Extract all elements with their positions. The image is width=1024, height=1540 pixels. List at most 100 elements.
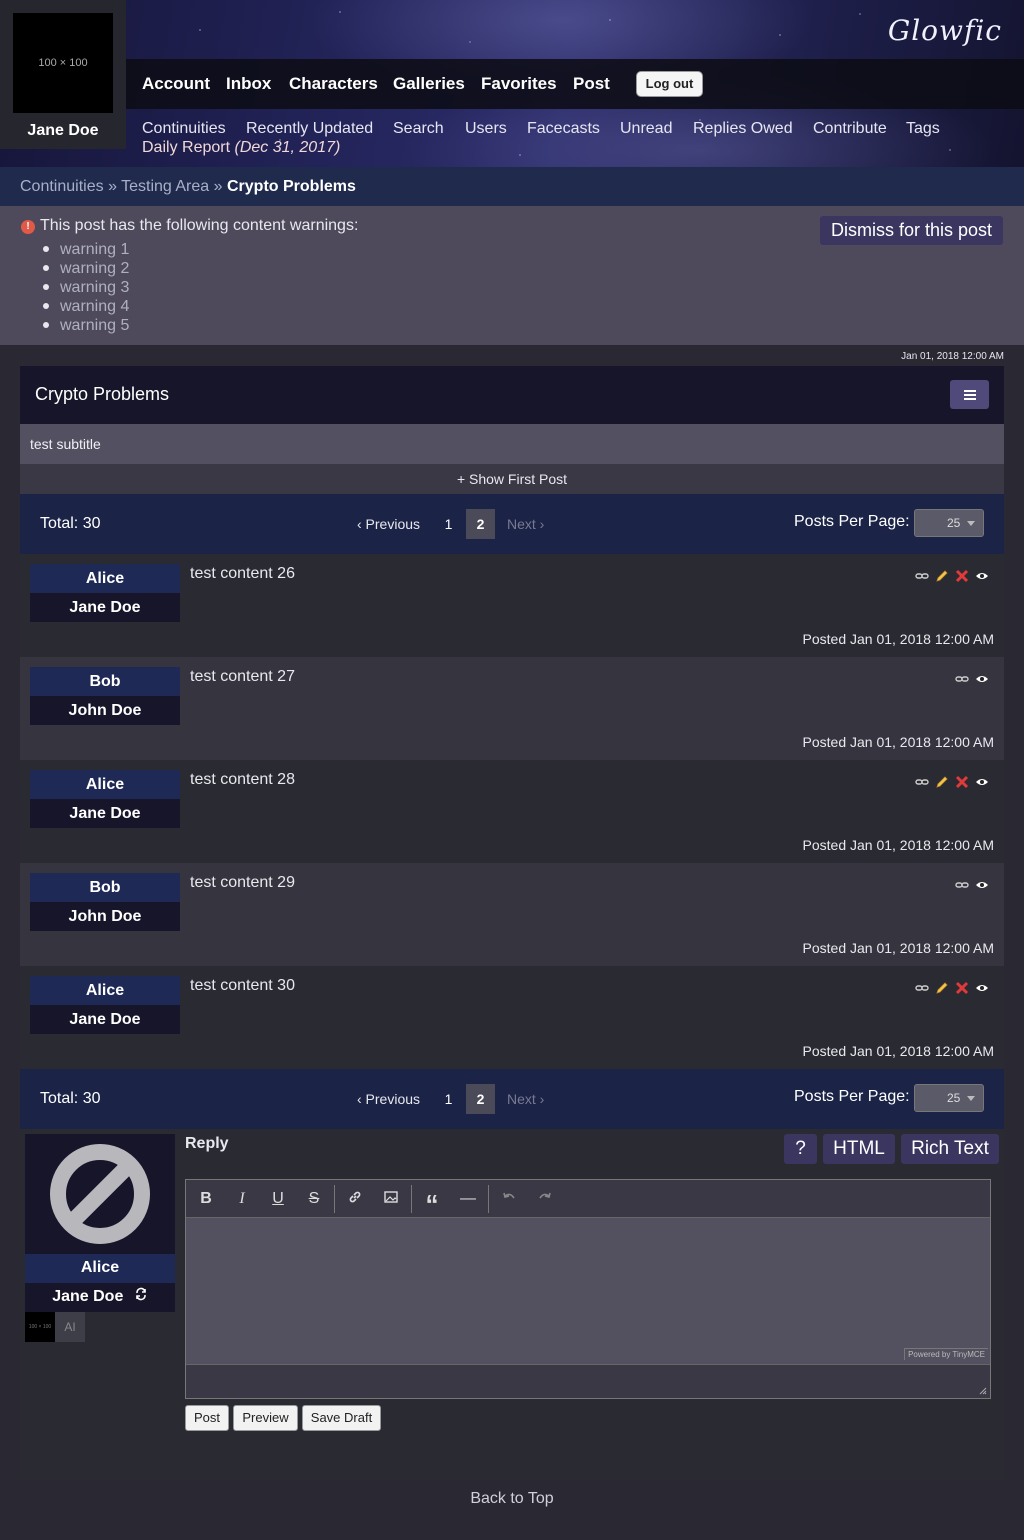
reply-character[interactable]: Bob <box>30 873 180 902</box>
page-1-link[interactable]: 1 <box>434 1084 463 1114</box>
subnav-users[interactable]: Users <box>465 120 507 138</box>
warning-item[interactable]: warning 5 <box>42 316 129 335</box>
reply: Alice Jane Doe test content 26 Posted Ja… <box>20 554 1004 657</box>
reply-character[interactable]: Alice <box>30 976 180 1005</box>
reply-posted-time[interactable]: Posted Jan 01, 2018 12:00 AM <box>803 837 994 853</box>
horizontal-rule-icon[interactable]: — <box>458 1189 478 1209</box>
post-date: Jan 01, 2018 12:00 AM <box>901 351 1004 362</box>
previous-page-link[interactable]: ‹ Previous <box>357 516 420 532</box>
edit-icon[interactable] <box>935 569 949 583</box>
reply-posted-time[interactable]: Posted Jan 01, 2018 12:00 AM <box>803 631 994 647</box>
redo-icon[interactable] <box>535 1189 555 1209</box>
logout-button[interactable]: Log out <box>636 71 703 97</box>
page-1-link[interactable]: 1 <box>434 509 463 539</box>
image-icon[interactable] <box>381 1189 401 1209</box>
rich-text-editor-button[interactable]: Rich Text <box>901 1134 999 1164</box>
subnav-recently-updated[interactable]: Recently Updated <box>246 120 373 138</box>
next-page-link: Next › <box>507 1091 545 1107</box>
eye-icon[interactable] <box>975 981 989 995</box>
reply-form-mini-avatar[interactable]: 100 × 100 <box>25 1312 55 1342</box>
site-logo[interactable]: Glowfic <box>888 14 1002 47</box>
subnav-continuities[interactable]: Continuities <box>142 120 226 138</box>
bold-icon[interactable]: B <box>196 1189 216 1209</box>
username[interactable]: Jane Doe <box>0 122 126 140</box>
warning-item[interactable]: warning 1 <box>42 240 129 259</box>
reply-posted-time[interactable]: Posted Jan 01, 2018 12:00 AM <box>803 734 994 750</box>
link-icon[interactable] <box>915 981 929 995</box>
dismiss-warnings-button[interactable]: Dismiss for this post <box>820 216 1003 245</box>
italic-icon[interactable]: I <box>232 1189 252 1209</box>
subnav-facecasts[interactable]: Facecasts <box>527 120 600 138</box>
nav-characters[interactable]: Characters <box>289 74 378 94</box>
show-first-post-link[interactable]: + Show First Post <box>0 471 1024 487</box>
subnav-tags[interactable]: Tags <box>906 120 940 138</box>
edit-icon[interactable] <box>935 981 949 995</box>
nav-favorites[interactable]: Favorites <box>481 74 557 94</box>
reply-content: test content 26 <box>190 565 295 582</box>
reply-user[interactable]: John Doe <box>30 696 180 725</box>
reply-actions <box>915 981 989 995</box>
daily-report-link[interactable]: Daily Report (Dec 31, 2017) <box>142 139 340 157</box>
reply-posted-time[interactable]: Posted Jan 01, 2018 12:00 AM <box>803 940 994 956</box>
post-menu-button[interactable] <box>950 380 989 409</box>
reply-user[interactable]: Jane Doe <box>30 1005 180 1034</box>
reply-posted-time[interactable]: Posted Jan 01, 2018 12:00 AM <box>803 1043 994 1059</box>
breadcrumb-continuities[interactable]: Continuities <box>20 178 104 195</box>
reply-user[interactable]: Jane Doe <box>30 593 180 622</box>
blockquote-icon[interactable]: “ <box>422 1189 442 1219</box>
total-count: Total: 30 <box>40 1090 101 1107</box>
reply-user[interactable]: John Doe <box>30 902 180 931</box>
delete-icon[interactable] <box>955 775 969 789</box>
strikethrough-icon[interactable]: S <box>304 1189 324 1209</box>
nav-account[interactable]: Account <box>142 74 210 94</box>
html-editor-button[interactable]: HTML <box>823 1134 895 1164</box>
back-to-top-link[interactable]: Back to Top <box>0 1490 1024 1508</box>
subnav-replies-owed[interactable]: Replies Owed <box>693 120 793 138</box>
link-icon[interactable] <box>915 775 929 789</box>
reply-character[interactable]: Alice <box>30 770 180 799</box>
warning-item[interactable]: warning 2 <box>42 259 129 278</box>
eye-icon[interactable] <box>975 775 989 789</box>
subnav-unread[interactable]: Unread <box>620 120 672 138</box>
link-icon[interactable] <box>345 1189 365 1209</box>
reply-form-ai-toggle[interactable]: AI <box>55 1312 85 1342</box>
breadcrumb-testing-area[interactable]: Testing Area <box>121 178 209 195</box>
undo-icon[interactable] <box>499 1189 519 1209</box>
powered-by-tinymce[interactable]: Powered by TinyMCE <box>904 1348 988 1360</box>
reply-form-character[interactable]: Alice <box>25 1254 175 1283</box>
help-button[interactable]: ? <box>784 1134 817 1164</box>
resize-handle-icon[interactable] <box>979 1387 987 1395</box>
warning-item[interactable]: warning 3 <box>42 278 129 297</box>
posts-per-page-select[interactable]: 25 <box>914 1084 984 1112</box>
eye-icon[interactable] <box>975 878 989 892</box>
subnav-search[interactable]: Search <box>393 120 444 138</box>
link-icon[interactable] <box>955 878 969 892</box>
avatar[interactable]: 100 × 100 <box>13 13 113 113</box>
editor-content-area[interactable] <box>186 1218 990 1364</box>
nav-galleries[interactable]: Galleries <box>393 74 465 94</box>
edit-icon[interactable] <box>935 775 949 789</box>
delete-icon[interactable] <box>955 981 969 995</box>
reply-character[interactable]: Alice <box>30 564 180 593</box>
swap-icon[interactable] <box>134 1283 148 1310</box>
eye-icon[interactable] <box>975 569 989 583</box>
reply-character[interactable]: Bob <box>30 667 180 696</box>
eye-icon[interactable] <box>975 672 989 686</box>
nav-inbox[interactable]: Inbox <box>226 74 271 94</box>
underline-icon[interactable]: U <box>268 1189 288 1209</box>
nav-post[interactable]: Post <box>573 74 610 94</box>
link-icon[interactable] <box>955 672 969 686</box>
posts-per-page-select[interactable]: 25 <box>914 509 984 537</box>
reply-content: test content 28 <box>190 771 295 788</box>
preview-button[interactable]: Preview <box>233 1405 298 1431</box>
previous-page-link[interactable]: ‹ Previous <box>357 1091 420 1107</box>
subnav-contribute[interactable]: Contribute <box>813 120 887 138</box>
warning-item[interactable]: warning 4 <box>42 297 129 316</box>
delete-icon[interactable] <box>955 569 969 583</box>
post-button[interactable]: Post <box>185 1405 229 1431</box>
link-icon[interactable] <box>915 569 929 583</box>
reply-user[interactable]: Jane Doe <box>30 799 180 828</box>
save-draft-button[interactable]: Save Draft <box>302 1405 381 1431</box>
reply-form-user[interactable]: Jane Doe <box>25 1283 175 1312</box>
reply-form-avatar[interactable] <box>25 1134 175 1254</box>
